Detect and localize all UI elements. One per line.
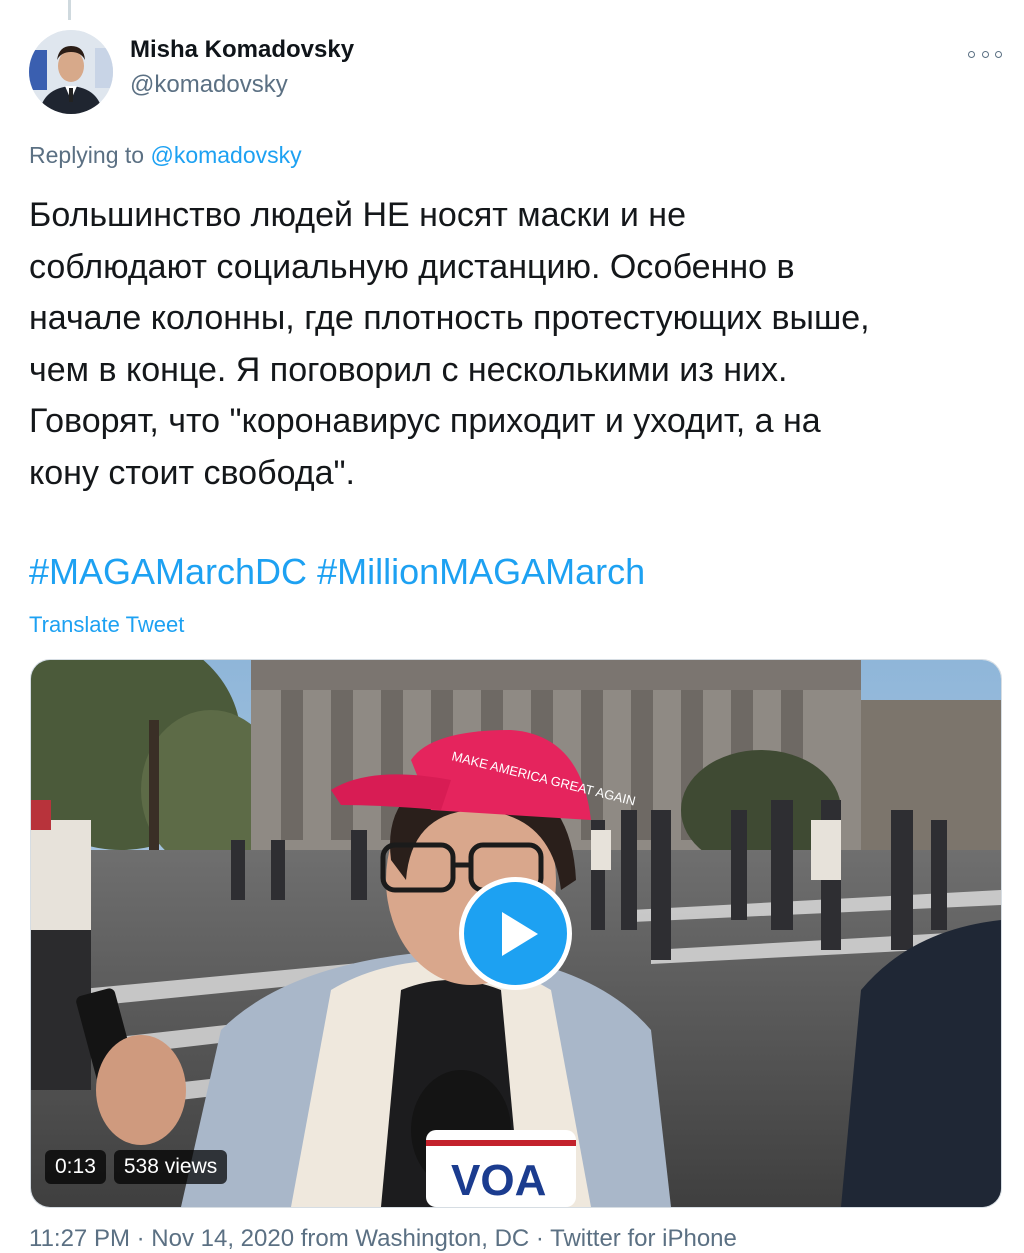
tweet-text: Большинство людей НЕ носят маски и не со… [29, 196, 870, 492]
replying-to-mention[interactable]: @komadovsky [150, 142, 301, 168]
video-views: 538 views [113, 1150, 228, 1184]
translate-tweet-link[interactable]: Translate Tweet [29, 612, 184, 638]
author-name[interactable]: Misha Komadovsky [130, 36, 354, 64]
video-badges: 0:13 538 views [45, 1150, 228, 1184]
more-horizontal-icon[interactable] [968, 44, 1002, 64]
replying-prefix: Replying to [29, 142, 145, 168]
play-button[interactable] [459, 877, 572, 990]
replying-to: Replying to @komadovsky [29, 142, 302, 169]
play-icon [501, 911, 538, 956]
hashtags: #MAGAMarchDC #MillionMAGAMarch [29, 551, 655, 593]
video-player[interactable]: MAKE AMERICA GREAT AGAIN VOA 0:13 538 vi… [30, 659, 1002, 1208]
mic-logo: VOA [451, 1156, 546, 1205]
thread-connector-line [68, 0, 71, 20]
tweet-meta: 11:27 PM · Nov 14, 2020 from Washington,… [29, 1225, 737, 1252]
video-duration: 0:13 [45, 1150, 106, 1184]
hashtag-link[interactable]: #MillionMAGAMarch [317, 551, 645, 592]
avatar[interactable] [29, 30, 113, 114]
hashtag-link[interactable]: #MAGAMarchDC [29, 551, 307, 592]
author-handle[interactable]: @komadovsky [130, 71, 288, 99]
